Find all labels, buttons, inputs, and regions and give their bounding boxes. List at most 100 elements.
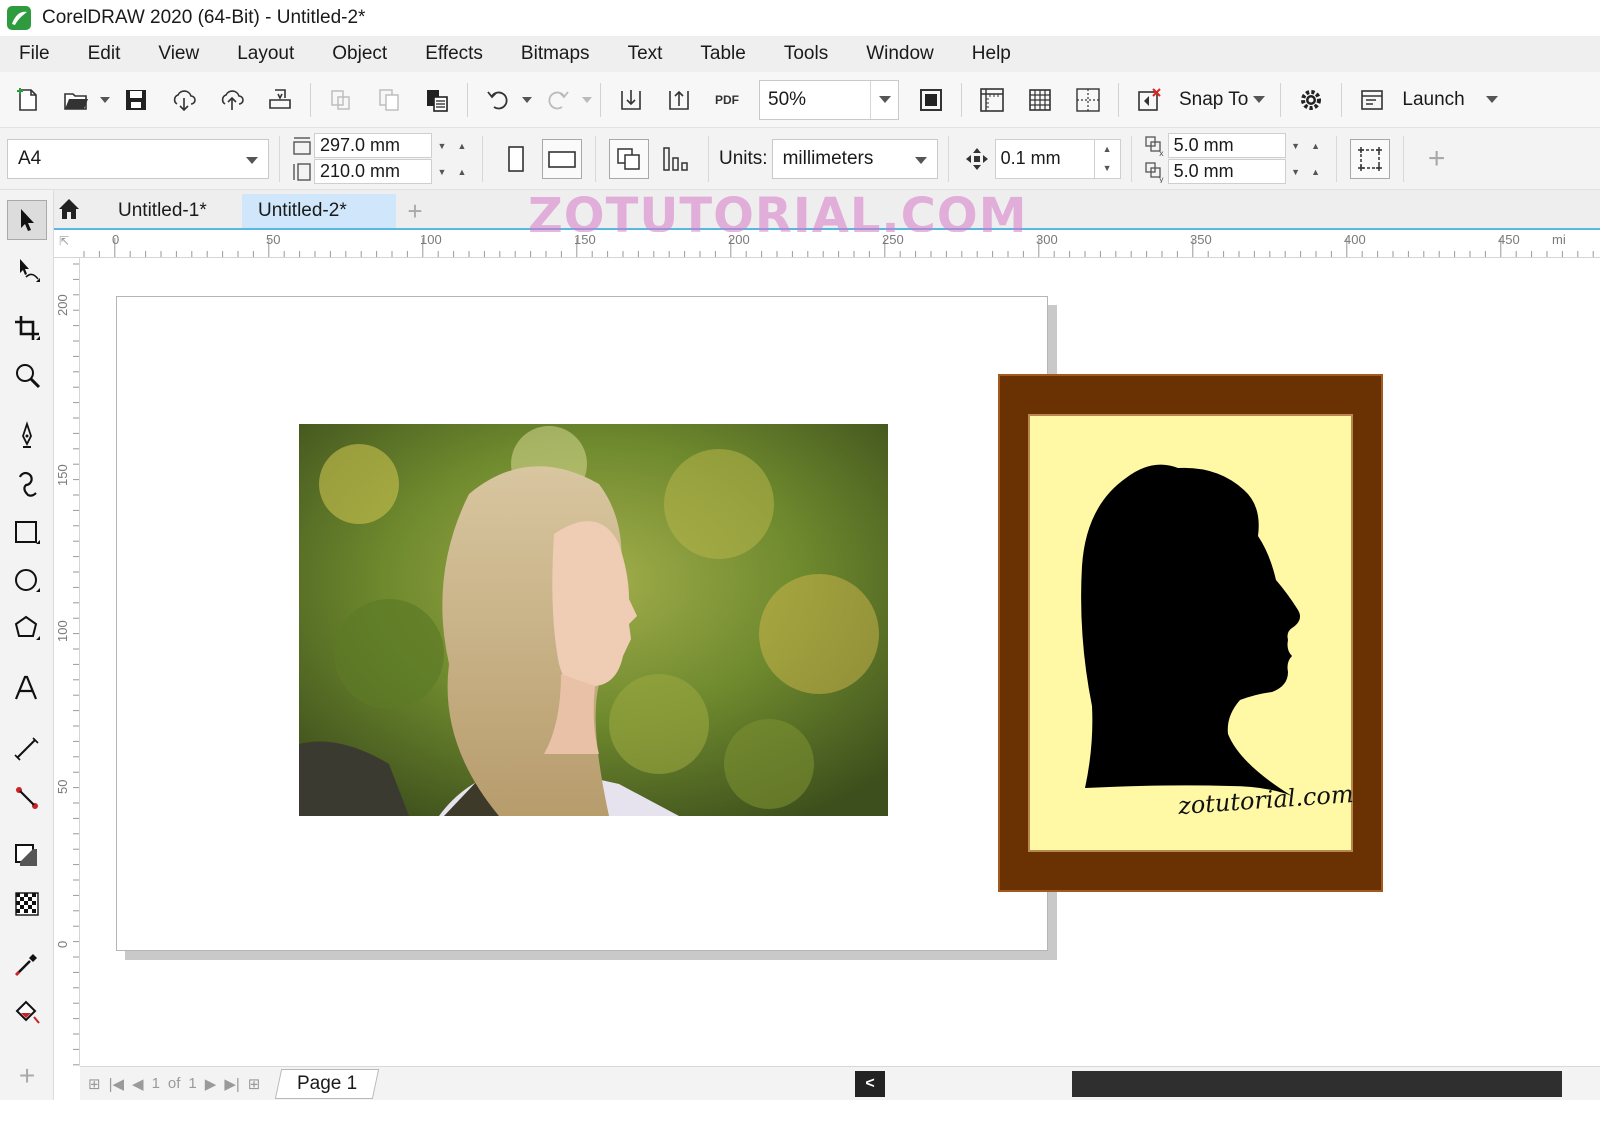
silhouette-picture-frame[interactable]: zotutorial.com [998, 374, 1383, 892]
frame-inner-panel: zotutorial.com [1028, 414, 1354, 852]
menu-layout[interactable]: Layout [218, 43, 313, 65]
full-screen-preview-icon[interactable] [911, 80, 951, 120]
tab-label: Untitled-1* [118, 200, 207, 221]
new-document-icon[interactable] [8, 80, 48, 120]
tab-untitled-1[interactable]: Untitled-1* [88, 194, 238, 228]
page-size-select[interactable]: A4 [7, 138, 269, 179]
import-icon[interactable] [611, 80, 651, 120]
previous-page-icon[interactable]: ◀ [132, 1075, 144, 1093]
print-icon[interactable] [260, 80, 300, 120]
nudge-distance-field[interactable]: 0.1 mm [994, 138, 1095, 179]
show-guidelines-icon[interactable] [1068, 80, 1108, 120]
open-folder-icon[interactable] [56, 80, 96, 120]
show-rulers-icon[interactable] [972, 80, 1012, 120]
polygon-tool-icon[interactable] [7, 608, 47, 648]
menu-view[interactable]: View [139, 43, 218, 65]
current-page-icon[interactable] [655, 139, 695, 179]
launch-app-icon[interactable] [1352, 80, 1392, 120]
redo-dropdown-icon[interactable] [580, 80, 594, 120]
menu-effects[interactable]: Effects [406, 43, 502, 65]
publish-pdf-icon[interactable]: PDF [707, 80, 747, 120]
undo-dropdown-icon[interactable] [520, 80, 534, 120]
ellipse-tool-icon[interactable] [7, 560, 47, 600]
duplicate-x-spinner[interactable]: ▼ ▲ [1286, 133, 1326, 158]
menu-help[interactable]: Help [953, 43, 1030, 65]
menu-tools[interactable]: Tools [765, 43, 847, 65]
first-page-icon[interactable]: |◀ [109, 1075, 124, 1093]
horizontal-scrollbar[interactable] [1072, 1071, 1562, 1097]
freehand-tool-icon[interactable] [7, 416, 47, 456]
cloud-upload-icon[interactable] [212, 80, 252, 120]
menu-bitmaps[interactable]: Bitmaps [502, 43, 609, 65]
artistic-media-tool-icon[interactable] [7, 464, 47, 504]
bitmap-photo-woman-profile[interactable] [299, 424, 888, 816]
snap-to-dropdown-icon[interactable] [1252, 80, 1266, 120]
portrait-orientation-icon[interactable] [496, 139, 536, 179]
interactive-fill-tool-icon[interactable] [7, 992, 47, 1032]
last-page-icon[interactable]: ▶| [224, 1075, 239, 1093]
next-page-icon[interactable]: ▶ [205, 1075, 217, 1093]
menu-file[interactable]: File [0, 43, 69, 65]
duplicate-y-field[interactable]: 5.0 mm [1167, 159, 1286, 184]
page-width-field[interactable]: 297.0 mm [314, 133, 432, 158]
page-height-field[interactable]: 210.0 mm [314, 159, 432, 184]
transparency-tool-icon[interactable] [7, 884, 47, 924]
units-select[interactable]: millimeters [771, 138, 938, 179]
propbar-separator [1402, 135, 1404, 182]
zoom-level-select[interactable]: 50% [759, 79, 899, 120]
parallel-dimension-tool-icon[interactable] [7, 728, 47, 768]
menu-table[interactable]: Table [681, 43, 764, 65]
collapse-navigator-icon[interactable]: < [855, 1071, 885, 1097]
nudge-spinner[interactable]: ▲ ▼ [1094, 138, 1121, 179]
ruler-origin-icon[interactable]: ⇱ [59, 234, 69, 248]
export-icon[interactable] [659, 80, 699, 120]
chevron-down-icon [246, 148, 258, 170]
show-grid-icon[interactable] [1020, 80, 1060, 120]
menu-window[interactable]: Window [847, 43, 953, 65]
page-height-spinner[interactable]: ▼ ▲ [432, 159, 472, 184]
treat-as-filled-icon[interactable] [1349, 138, 1390, 179]
crop-tool-icon[interactable] [7, 308, 47, 348]
options-gear-icon[interactable] [1291, 80, 1331, 120]
cloud-download-icon[interactable] [164, 80, 204, 120]
insert-page-before-icon[interactable]: ⊞ [88, 1075, 101, 1093]
tab-untitled-2[interactable]: Untitled-2* [242, 194, 396, 228]
copy-icon[interactable] [369, 80, 409, 120]
cut-icon[interactable] [321, 80, 361, 120]
toolbar-separator [1341, 82, 1343, 117]
menu-object[interactable]: Object [313, 43, 406, 65]
text-tool-icon[interactable] [7, 668, 47, 708]
launch-dropdown-icon[interactable] [1485, 80, 1499, 120]
landscape-orientation-icon[interactable] [542, 138, 582, 179]
save-icon[interactable] [116, 80, 156, 120]
zoom-tool-icon[interactable] [7, 356, 47, 396]
page-width-spinner[interactable]: ▼ ▲ [432, 133, 472, 158]
all-pages-icon[interactable] [609, 138, 649, 179]
add-tool-plus-icon[interactable]: + [7, 1056, 47, 1096]
vertical-ruler[interactable]: 200 150 100 50 0 [54, 258, 80, 1066]
add-property-plus-icon[interactable]: + [1417, 139, 1457, 179]
rectangle-tool-icon[interactable] [7, 512, 47, 552]
paste-icon[interactable] [417, 80, 457, 120]
redo-icon[interactable] [538, 80, 578, 120]
duplicate-y-spinner[interactable]: ▼ ▲ [1286, 159, 1326, 184]
snap-off-icon[interactable] [1129, 80, 1169, 120]
undo-icon[interactable] [478, 80, 518, 120]
shape-tool-icon[interactable] [7, 250, 47, 290]
connector-tool-icon[interactable] [7, 778, 47, 818]
insert-page-after-icon[interactable]: ⊞ [248, 1075, 261, 1093]
open-dropdown-icon[interactable] [98, 80, 112, 120]
drawing-canvas[interactable]: zotutorial.com [80, 258, 1600, 1066]
eyedropper-tool-icon[interactable] [7, 944, 47, 984]
menu-text[interactable]: Text [609, 43, 682, 65]
horizontal-ruler[interactable]: ⇱ 0 50 100 150 200 250 300 350 400 450 m… [54, 232, 1600, 258]
new-tab-plus-icon[interactable]: + [398, 194, 432, 228]
menu-edit[interactable]: Edit [69, 43, 140, 65]
home-icon[interactable] [54, 190, 84, 228]
pick-tool-icon[interactable] [7, 200, 47, 240]
launch-label[interactable]: Launch [1402, 89, 1464, 111]
duplicate-x-field[interactable]: 5.0 mm [1167, 133, 1286, 158]
snap-to-label[interactable]: Snap To [1179, 89, 1248, 111]
drop-shadow-tool-icon[interactable] [7, 836, 47, 876]
page-tab-page-1[interactable]: Page 1 [275, 1068, 380, 1099]
